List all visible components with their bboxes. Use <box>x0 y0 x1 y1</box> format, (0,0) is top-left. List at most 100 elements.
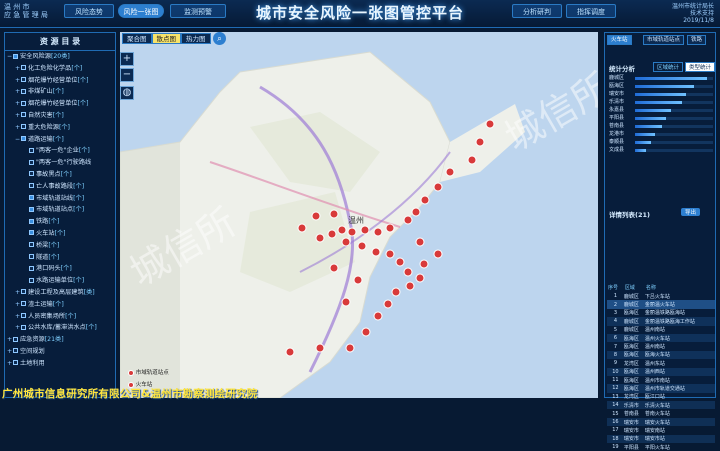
table-row[interactable]: 3 瓯海区 金丽温铁路瓯海站 <box>607 309 715 317</box>
table-row[interactable]: 7 瓯海区 温州南站 <box>607 342 715 351</box>
checkbox[interactable] <box>21 289 26 295</box>
tag-railway[interactable]: 铁路 <box>687 35 707 45</box>
checkbox[interactable] <box>29 265 34 271</box>
checkbox[interactable] <box>21 136 26 142</box>
station-marker[interactable] <box>395 257 405 267</box>
table-row[interactable]: 15 苍南县 苍南火车站 <box>607 409 715 418</box>
tree-item[interactable]: + 人员密集场所[个] <box>5 311 115 323</box>
tree-item[interactable]: 市域轨道站线[个] <box>5 193 115 205</box>
checkbox[interactable] <box>29 206 34 212</box>
station-marker[interactable] <box>311 211 321 221</box>
table-row[interactable]: 2 鹿城区 金丽温火车站 <box>607 300 715 309</box>
checkbox[interactable] <box>13 348 18 354</box>
tree-item[interactable]: + 应急资源[21类] <box>5 334 115 346</box>
checkbox[interactable] <box>21 301 26 307</box>
tree-item[interactable]: 火车站[个] <box>5 228 115 240</box>
station-marker[interactable] <box>337 225 347 235</box>
station-marker[interactable] <box>403 215 413 225</box>
station-marker[interactable] <box>373 311 383 321</box>
zoom-in-button[interactable]: + <box>120 52 134 66</box>
mode-cluster[interactable]: 聚合图 <box>122 33 152 44</box>
tree-item[interactable]: + 渣土运输[个] <box>5 299 115 311</box>
table-row[interactable]: 13 龙湾区 瓯江口站 <box>607 393 715 401</box>
tree-item[interactable]: − 道路运输[个] <box>5 134 115 146</box>
tree-item[interactable]: + 土地利用 <box>5 358 115 370</box>
checkbox[interactable] <box>21 112 26 118</box>
search-icon[interactable]: ⌕ <box>213 32 226 45</box>
checkbox[interactable] <box>29 277 34 283</box>
nav-monitor-alert[interactable]: 监测预警 <box>170 4 226 18</box>
station-marker[interactable] <box>467 155 477 165</box>
station-marker[interactable] <box>415 237 425 247</box>
table-row[interactable]: 4 鹿城区 金丽温铁路瓯海工作站 <box>607 317 715 326</box>
table-row[interactable]: 11 瓯海区 温州市南站 <box>607 376 715 384</box>
station-marker[interactable] <box>411 207 421 217</box>
checkbox[interactable] <box>29 147 34 153</box>
globe-icon[interactable]: ◍ <box>120 86 134 100</box>
station-marker[interactable] <box>385 249 395 259</box>
tree-item[interactable]: + 重大危险源[个] <box>5 122 115 134</box>
station-marker[interactable] <box>357 241 367 251</box>
map-canvas[interactable]: 温州 城信所 城信所 <box>120 32 598 398</box>
table-row[interactable]: 8 瓯海区 瓯海火车站 <box>607 350 715 360</box>
tree-item[interactable]: + 建设工程及高层建筑[类] <box>5 287 115 299</box>
checkbox[interactable] <box>29 159 34 165</box>
tree-item[interactable]: 港口码头[个] <box>5 263 115 275</box>
station-marker[interactable] <box>341 237 351 247</box>
checkbox[interactable] <box>21 100 26 106</box>
checkbox[interactable] <box>29 183 34 189</box>
station-marker[interactable] <box>485 119 495 129</box>
region-stat-button[interactable]: 区域统计 <box>653 62 684 72</box>
checkbox[interactable] <box>13 360 18 366</box>
tree-item[interactable]: 市域轨道站点[个] <box>5 204 115 216</box>
checkbox[interactable] <box>21 65 26 71</box>
nav-analysis[interactable]: 分析研判 <box>512 4 562 18</box>
tree-item[interactable]: 隧道[个] <box>5 252 115 264</box>
checkbox[interactable] <box>21 324 26 330</box>
tag-train-station[interactable]: 火车站 <box>607 35 632 45</box>
type-stat-button[interactable]: 类型统计 <box>685 62 715 72</box>
station-marker[interactable] <box>297 223 307 233</box>
nav-risk-situation[interactable]: 风险态势 <box>64 4 114 18</box>
station-marker[interactable] <box>360 225 370 235</box>
station-marker[interactable] <box>419 259 429 269</box>
map-area[interactable]: 温州 城信所 城信所 <box>120 32 598 398</box>
table-row[interactable]: 5 鹿城区 温州南站 <box>607 326 715 334</box>
nav-risk-map[interactable]: 风险一张图 <box>118 4 164 18</box>
station-marker[interactable] <box>475 137 485 147</box>
checkbox[interactable] <box>13 53 18 59</box>
table-row[interactable]: 17 瑞安市 瑞安南站 <box>607 426 715 434</box>
station-marker[interactable] <box>345 343 355 353</box>
export-button[interactable]: 导出 <box>681 208 701 216</box>
table-row[interactable]: 16 瑞安市 瑞安火车站 <box>607 417 715 427</box>
mode-scatter[interactable]: 散点图 <box>151 33 181 44</box>
tree-item[interactable]: + 烟花爆竹经营单位[个] <box>5 98 115 110</box>
station-marker[interactable] <box>347 227 357 237</box>
station-marker[interactable] <box>383 299 393 309</box>
nav-command[interactable]: 指挥调度 <box>566 4 616 18</box>
station-marker[interactable] <box>353 275 363 285</box>
checkbox[interactable] <box>21 124 26 130</box>
station-marker[interactable] <box>385 223 395 233</box>
checkbox[interactable] <box>13 336 18 342</box>
checkbox[interactable] <box>29 218 34 224</box>
table-row[interactable]: 14 乐清市 乐清火车站 <box>607 401 715 410</box>
station-marker[interactable] <box>361 327 371 337</box>
station-marker[interactable] <box>391 287 401 297</box>
station-marker[interactable] <box>373 227 383 237</box>
mode-heat[interactable]: 热力图 <box>181 33 211 44</box>
station-marker[interactable] <box>327 229 337 239</box>
tree-item[interactable]: + 化工危险化学品[个] <box>5 63 115 75</box>
checkbox[interactable] <box>29 195 34 201</box>
tree-item[interactable]: 亡人事故路段[个] <box>5 181 115 193</box>
station-marker[interactable] <box>371 247 381 257</box>
tag-metro-station[interactable]: 市域轨道站点 <box>643 35 685 45</box>
station-marker[interactable] <box>405 281 415 291</box>
tree-item[interactable]: + 烟花爆竹经营单位[个] <box>5 75 115 87</box>
station-marker[interactable] <box>433 249 443 259</box>
tree-item[interactable]: + 公共水库/蓄滞洪水点[个] <box>5 322 115 334</box>
station-marker[interactable] <box>329 263 339 273</box>
station-marker[interactable] <box>415 273 425 283</box>
checkbox[interactable] <box>29 230 34 236</box>
zoom-out-button[interactable]: − <box>120 68 134 82</box>
